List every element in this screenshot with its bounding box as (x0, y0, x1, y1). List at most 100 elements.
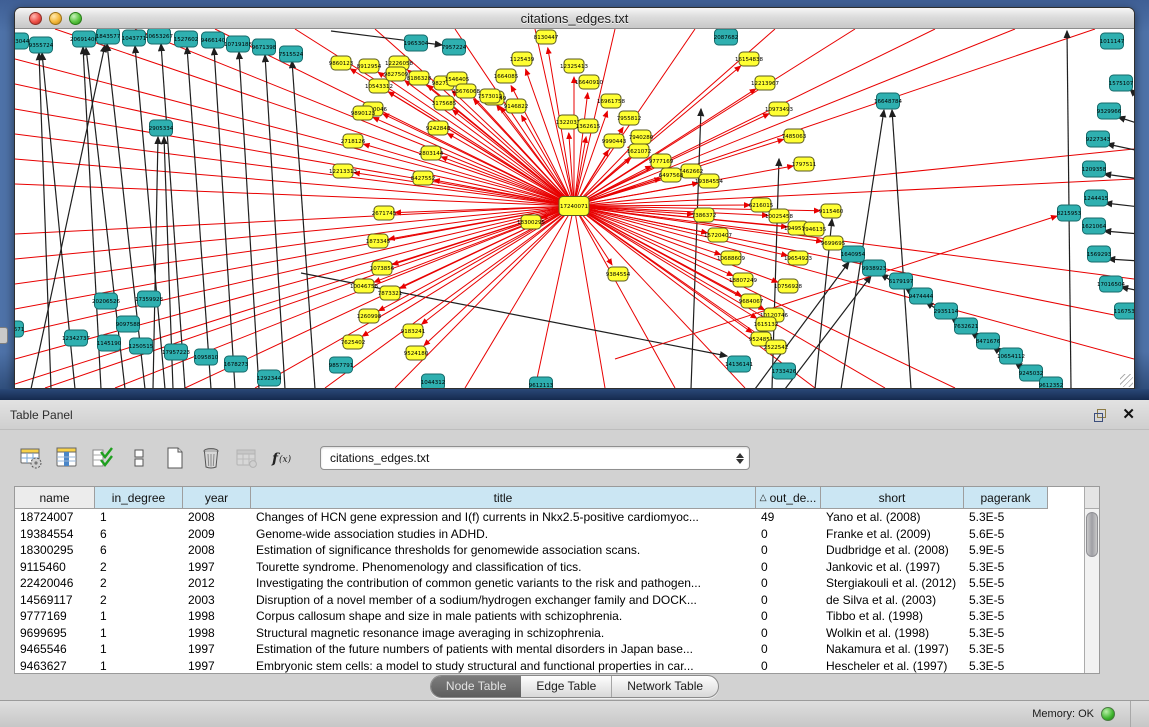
graph-node[interactable]: 17359928 (135, 291, 163, 307)
scrollbar-thumb[interactable] (1086, 512, 1098, 557)
table-row[interactable]: 1938455462009Genome-wide association stu… (15, 526, 1084, 543)
graph-node[interactable]: 16154838 (735, 52, 763, 66)
graph-node[interactable]: 7485063 (782, 129, 807, 143)
delete-table-icon[interactable] (198, 445, 224, 471)
graph-node[interactable]: 1044312 (421, 374, 446, 388)
window-resize-grip[interactable] (1120, 374, 1133, 387)
graph-node[interactable]: 9699695 (821, 236, 846, 250)
graph-node[interactable]: 6179197 (889, 273, 914, 289)
graph-node[interactable]: 7940280 (629, 130, 654, 144)
graph-node[interactable]: 1640954 (841, 246, 866, 262)
graph-node[interactable]: 16961758 (597, 94, 625, 108)
column-header-name[interactable]: name (15, 487, 95, 509)
select-rows-icon[interactable] (90, 445, 116, 471)
graph-node[interactable]: 12213313 (329, 164, 357, 178)
graph-node[interactable]: 9612113 (529, 377, 554, 388)
graph-node[interactable]: 1011147 (1100, 33, 1125, 49)
table-row[interactable]: 946554611997Estimation of the future num… (15, 641, 1084, 658)
graph-node[interactable]: 9890123 (351, 106, 376, 120)
graph-node[interactable]: 17240071 (559, 197, 589, 216)
graph-node[interactable]: 1125439 (510, 52, 535, 66)
tab-edge-table[interactable]: Edge Table (521, 676, 612, 697)
graph-node[interactable]: 7625402 (341, 335, 366, 349)
graph-node[interactable]: 9474444 (909, 288, 934, 304)
graph-node[interactable]: 10653267 (145, 29, 173, 44)
graph-node[interactable]: 1209358 (1082, 161, 1107, 177)
new-table-icon[interactable] (162, 445, 188, 471)
column-header-short[interactable]: short (821, 487, 964, 509)
graph-node[interactable]: 1733426 (772, 363, 797, 379)
vertical-scrollbar[interactable] (1084, 487, 1099, 673)
column-header-title[interactable]: title (251, 487, 756, 509)
network-table-dropdown[interactable]: citations_edges.txt (320, 446, 750, 470)
graph-node[interactable]: 12213967 (751, 76, 779, 90)
graph-node[interactable]: 10756928 (774, 279, 802, 293)
graph-node[interactable]: 16640910 (575, 75, 603, 89)
graph-node[interactable]: 1621072 (627, 144, 652, 158)
graph-node[interactable]: 8186328 (407, 71, 432, 85)
table-row[interactable]: 2242004622012Investigating the contribut… (15, 575, 1084, 592)
panel-collapse-handle[interactable] (0, 327, 8, 344)
column-header-in_degree[interactable]: in_degree (95, 487, 183, 509)
graph-node[interactable]: 1843577 (96, 29, 121, 44)
graph-node[interactable]: 2671745 (372, 206, 397, 220)
function-builder-icon[interactable]: f(x) (270, 445, 296, 471)
graph-node[interactable]: 2522542 (764, 340, 789, 354)
graph-node[interactable]: 9329966 (1097, 103, 1122, 119)
graph-node[interactable]: 9183241 (401, 324, 426, 338)
graph-node[interactable]: 7955812 (617, 111, 642, 125)
graph-node[interactable]: 9827509 (384, 67, 409, 81)
import-table-icon[interactable] (234, 445, 260, 471)
graph-node[interactable]: 2935114 (934, 303, 959, 319)
graph-node[interactable]: 10654112 (997, 348, 1025, 364)
graph-node[interactable]: 1621064 (1082, 218, 1107, 234)
graph-node[interactable]: 1362615 (576, 119, 601, 133)
graph-node[interactable]: 10688609 (717, 251, 745, 265)
graph-node[interactable]: 9245032 (1019, 365, 1044, 381)
graph-node[interactable]: 9860123 (329, 56, 354, 70)
graph-node[interactable]: 9612352 (1039, 377, 1064, 388)
graph-node[interactable]: 1292344 (257, 370, 282, 386)
graph-node[interactable]: 10025458 (765, 209, 793, 223)
graph-node[interactable]: 2087682 (714, 29, 739, 45)
graph-node[interactable]: 8130447 (534, 30, 559, 44)
graph-node[interactable]: 9097588 (116, 316, 141, 332)
graph-node[interactable]: 7957224 (442, 39, 467, 55)
graph-node[interactable]: 9524180 (404, 346, 429, 360)
graph-node[interactable]: 12342737 (62, 330, 90, 346)
graph-node[interactable]: 9938923 (862, 260, 887, 276)
graph-node[interactable]: 1873345 (366, 234, 391, 248)
graph-node[interactable]: 17957223 (162, 344, 190, 360)
graph-node[interactable]: 1664085 (494, 69, 519, 83)
column-header-out_de[interactable]: △out_de... (756, 487, 821, 509)
graph-node[interactable]: 1569293 (1087, 246, 1112, 262)
graph-node[interactable]: 12325413 (560, 59, 588, 73)
graph-node[interactable]: 14136141 (725, 356, 753, 372)
graph-node[interactable]: 9384554 (606, 267, 631, 281)
table-row[interactable]: 1830029562008Estimation of significance … (15, 542, 1084, 559)
graph-node[interactable]: 9990443 (602, 134, 627, 148)
graph-node[interactable]: 7386372 (692, 208, 717, 222)
graph-node[interactable]: 1260998 (357, 309, 382, 323)
graph-node[interactable]: 9355724 (29, 37, 54, 53)
graph-node[interactable]: 7873321 (378, 286, 403, 300)
table-row[interactable]: 1456911722003Disruption of a novel membe… (15, 592, 1084, 609)
table-row[interactable]: 969969511998Structural magnetic resonanc… (15, 625, 1084, 642)
graph-node[interactable]: 18807249 (729, 273, 757, 287)
graph-node[interactable]: 1073856 (370, 261, 395, 275)
network-window-titlebar[interactable]: citations_edges.txt (15, 8, 1134, 29)
graph-node[interactable]: 8471676 (976, 333, 1001, 349)
table-row[interactable]: 1872400712008Changes of HCN gene express… (15, 509, 1084, 526)
graph-node[interactable]: 23676068 (452, 84, 480, 98)
graph-node[interactable]: 2905334 (149, 120, 174, 136)
graph-node[interactable]: 1575107 (1109, 75, 1134, 91)
graph-node[interactable]: 9684067 (739, 294, 764, 308)
table-row[interactable]: 977716911998Corpus callosum shape and si… (15, 608, 1084, 625)
graph-node[interactable]: 8613044 (15, 33, 30, 49)
column-header-year[interactable]: year (183, 487, 251, 509)
graph-node[interactable]: 7573012 (478, 89, 503, 103)
graph-node[interactable]: 20691406 (70, 31, 98, 47)
graph-node[interactable]: 9466140 (201, 32, 226, 48)
network-graph[interactable]: 8613044935572420691406184357710437711065… (15, 29, 1134, 388)
graph-node[interactable]: 10543312 (365, 79, 393, 93)
